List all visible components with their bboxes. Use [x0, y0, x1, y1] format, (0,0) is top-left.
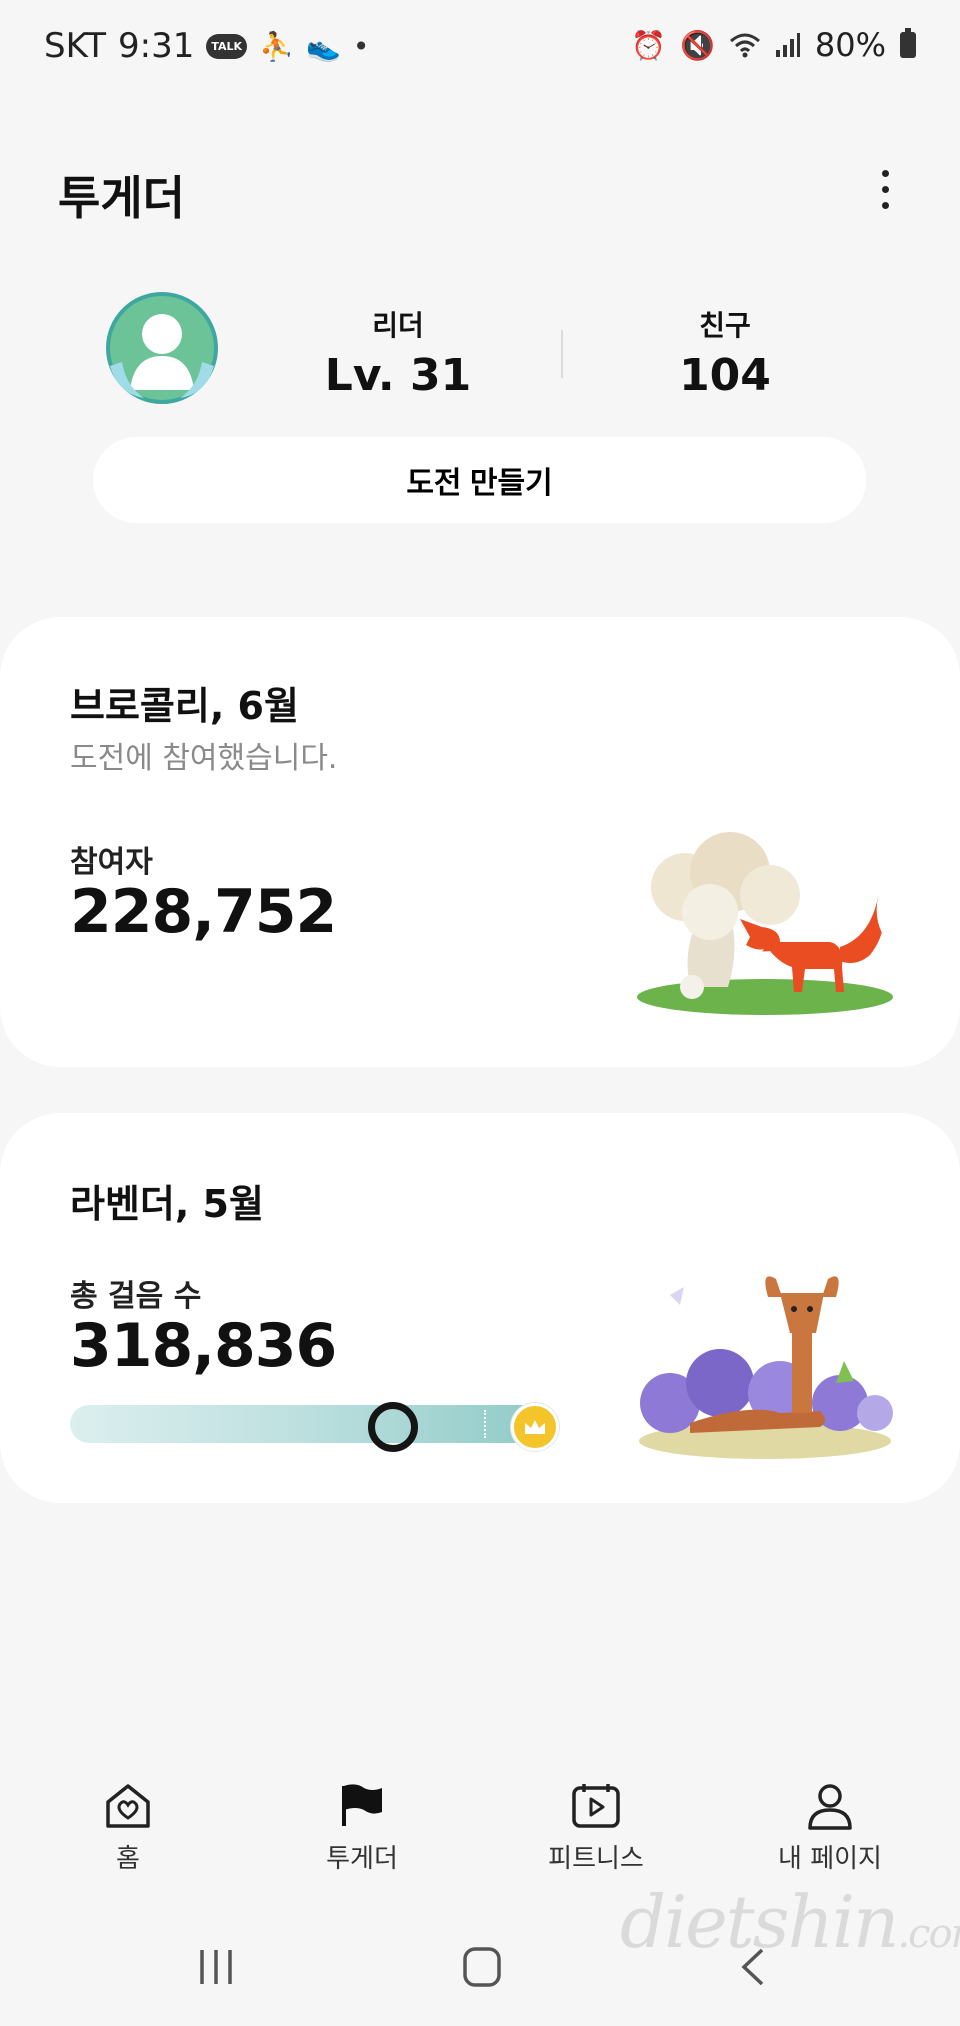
challenge-card-broccoli[interactable]: 브로콜리, 6월 도전에 참여했습니다. 참여자 228,752: [0, 617, 960, 1067]
page-title: 투게더: [58, 171, 185, 225]
challenge-subtitle: 도전에 참여했습니다.: [70, 741, 338, 776]
nav-label: 내 페이지: [778, 1844, 882, 1874]
clock: 9:31: [118, 26, 195, 66]
nav-item-home[interactable]: 홈: [28, 1780, 228, 1875]
total-steps-label: 총 걸음 수: [70, 1279, 202, 1314]
progress-thumb[interactable]: [367, 1402, 418, 1452]
kakaotalk-icon: TALK: [206, 33, 248, 59]
friends-label: 친구: [699, 309, 751, 342]
total-steps-count: 318,836: [70, 1311, 337, 1381]
avatar[interactable]: [104, 290, 220, 406]
more-notifications-dot-icon: •: [352, 29, 370, 63]
nav-item-fitness[interactable]: 피트니스: [496, 1780, 696, 1875]
participants-count: 228,752: [70, 877, 337, 947]
steps-progress-bar[interactable]: [70, 1405, 552, 1443]
leader-label: 리더: [372, 309, 424, 342]
home-heart-icon: [106, 1784, 150, 1828]
battery-icon: [900, 28, 916, 58]
progress-goal-marker: [484, 1410, 486, 1438]
watermark-brand: dietshin: [620, 1880, 899, 1964]
nav-item-together[interactable]: 투게더: [262, 1780, 462, 1875]
walking-figure-icon: ⛹: [259, 29, 294, 63]
challenge-title: 라벤더, 5월: [70, 1182, 264, 1226]
friends-count[interactable]: 104: [605, 350, 845, 401]
person-icon: [808, 1784, 852, 1830]
status-bar: SKT 9:31 TALK ⛹ 👟 • ⏰ 🔇 80%: [0, 0, 960, 90]
crown-icon: [511, 1403, 559, 1451]
participants-label: 참여자: [70, 845, 153, 880]
status-right: ⏰ 🔇 80%: [631, 26, 916, 64]
make-challenge-button[interactable]: 도전 만들기: [93, 437, 866, 523]
leader-level[interactable]: Lv. 31: [278, 350, 518, 401]
carrier: SKT: [44, 26, 107, 66]
challenge-card-lavender[interactable]: 라벤더, 5월 총 걸음 수 318,836: [0, 1113, 960, 1503]
lavender-deer-illustration: [639, 1276, 893, 1459]
battery-percent: 80%: [814, 26, 886, 64]
stats-divider: [561, 330, 563, 378]
flag-icon: [342, 1784, 382, 1826]
broccoli-fox-illustration: [637, 832, 893, 1015]
nav-label: 홈: [116, 1844, 140, 1874]
nav-item-my-page[interactable]: 내 페이지: [730, 1780, 930, 1875]
nav-label: 피트니스: [548, 1844, 644, 1874]
wifi-icon: [729, 33, 760, 58]
shoe-icon: 👟: [305, 29, 341, 63]
challenge-title: 브로콜리, 6월: [70, 684, 299, 728]
home-system-icon[interactable]: [462, 1946, 502, 1988]
mute-icon: 🔇: [680, 28, 715, 62]
more-options-icon[interactable]: [870, 170, 900, 220]
watermark: dietshin.com: [620, 1880, 960, 1964]
alarm-icon: ⏰: [631, 28, 666, 62]
nav-label: 투게더: [326, 1844, 398, 1874]
status-left: SKT 9:31 TALK ⛹ 👟 •: [44, 26, 369, 66]
calendar-play-icon: [572, 1784, 620, 1828]
recent-apps-icon[interactable]: [196, 1948, 236, 1986]
signal-icon: [775, 33, 800, 57]
watermark-suffix: .com: [897, 1911, 960, 1957]
